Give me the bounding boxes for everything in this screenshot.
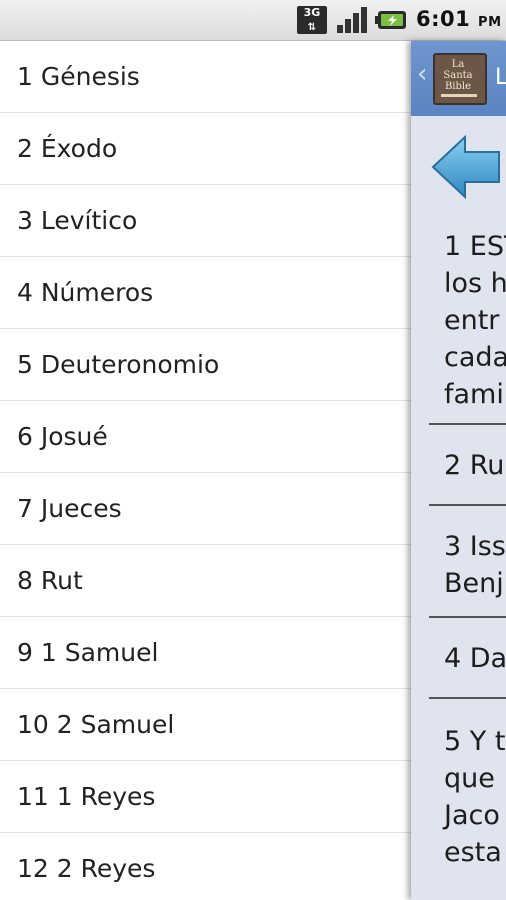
- verse-line: Jaco: [444, 800, 500, 831]
- verse-line: 1 EST: [444, 231, 506, 262]
- reader-panel[interactable]: ‹ La Santa Bible L 1 EST los h entr cada…: [411, 41, 506, 900]
- verse-line: cada: [444, 342, 506, 373]
- book-item-exodo[interactable]: 2 Éxodo: [0, 113, 412, 185]
- panel-body: 1 EST los h entr cada fami 2 Ru 3 Iss Be…: [411, 116, 506, 900]
- clock-ampm: PM: [478, 15, 502, 30]
- verse-line: Benj: [444, 568, 504, 599]
- verse-line: entr: [444, 305, 500, 336]
- verse-line: fami: [444, 379, 504, 410]
- network-type-label: 3G: [303, 6, 321, 19]
- panel-header: ‹ La Santa Bible L: [411, 41, 506, 116]
- book-item-2-reyes[interactable]: 12 2 Reyes: [0, 833, 412, 900]
- book-item-numeros[interactable]: 4 Números: [0, 257, 412, 329]
- book-item-1-reyes[interactable]: 11 1 Reyes: [0, 761, 412, 833]
- status-bar: 3G ⇅ 6:01 PM: [0, 0, 506, 41]
- verse-list: 1 EST los h entr cada fami 2 Ru 3 Iss Be…: [429, 228, 506, 881]
- verse-line: 2 Ru: [444, 450, 505, 481]
- network-3g-icon: 3G ⇅: [297, 6, 327, 34]
- book-item-2-samuel[interactable]: 10 2 Samuel: [0, 689, 412, 761]
- signal-strength-icon: [337, 7, 367, 33]
- verse-line: 4 Da: [444, 643, 506, 674]
- verse-line: 5 Y t: [444, 726, 506, 757]
- app-icon-bar: [441, 94, 477, 97]
- app-icon-text: La Santa Bible: [443, 59, 473, 92]
- verse-line: los h: [444, 268, 506, 299]
- clock-time: 6:01: [416, 7, 471, 31]
- book-item-josue[interactable]: 6 Josué: [0, 401, 412, 473]
- verse-line: que: [444, 763, 495, 794]
- status-clock: 6:01 PM: [416, 7, 502, 35]
- book-item-rut[interactable]: 8 Rut: [0, 545, 412, 617]
- back-arrow-icon[interactable]: [431, 132, 501, 202]
- verse-item[interactable]: 4 Da: [429, 618, 506, 699]
- battery-charging-icon: [375, 11, 406, 29]
- book-item-deuteronomio[interactable]: 5 Deuteronomio: [0, 329, 412, 401]
- book-list: 1 Génesis 2 Éxodo 3 Levítico 4 Números 5…: [0, 41, 412, 900]
- panel-title: L: [495, 65, 506, 90]
- verse-item[interactable]: 2 Ru: [429, 425, 506, 506]
- verse-line: 3 Iss: [444, 531, 506, 562]
- chevron-left-icon[interactable]: ‹: [417, 59, 427, 89]
- verse-line: esta: [444, 837, 502, 868]
- book-item-levitico[interactable]: 3 Levítico: [0, 185, 412, 257]
- book-item-jueces[interactable]: 7 Jueces: [0, 473, 412, 545]
- app-icon[interactable]: La Santa Bible: [433, 53, 487, 105]
- verse-item[interactable]: 5 Y t que Jaco esta: [429, 699, 506, 881]
- book-item-genesis[interactable]: 1 Génesis: [0, 41, 412, 113]
- verse-item[interactable]: 3 Iss Benj: [429, 506, 506, 618]
- verse-item[interactable]: 1 EST los h entr cada fami: [429, 228, 506, 425]
- book-item-1-samuel[interactable]: 9 1 Samuel: [0, 617, 412, 689]
